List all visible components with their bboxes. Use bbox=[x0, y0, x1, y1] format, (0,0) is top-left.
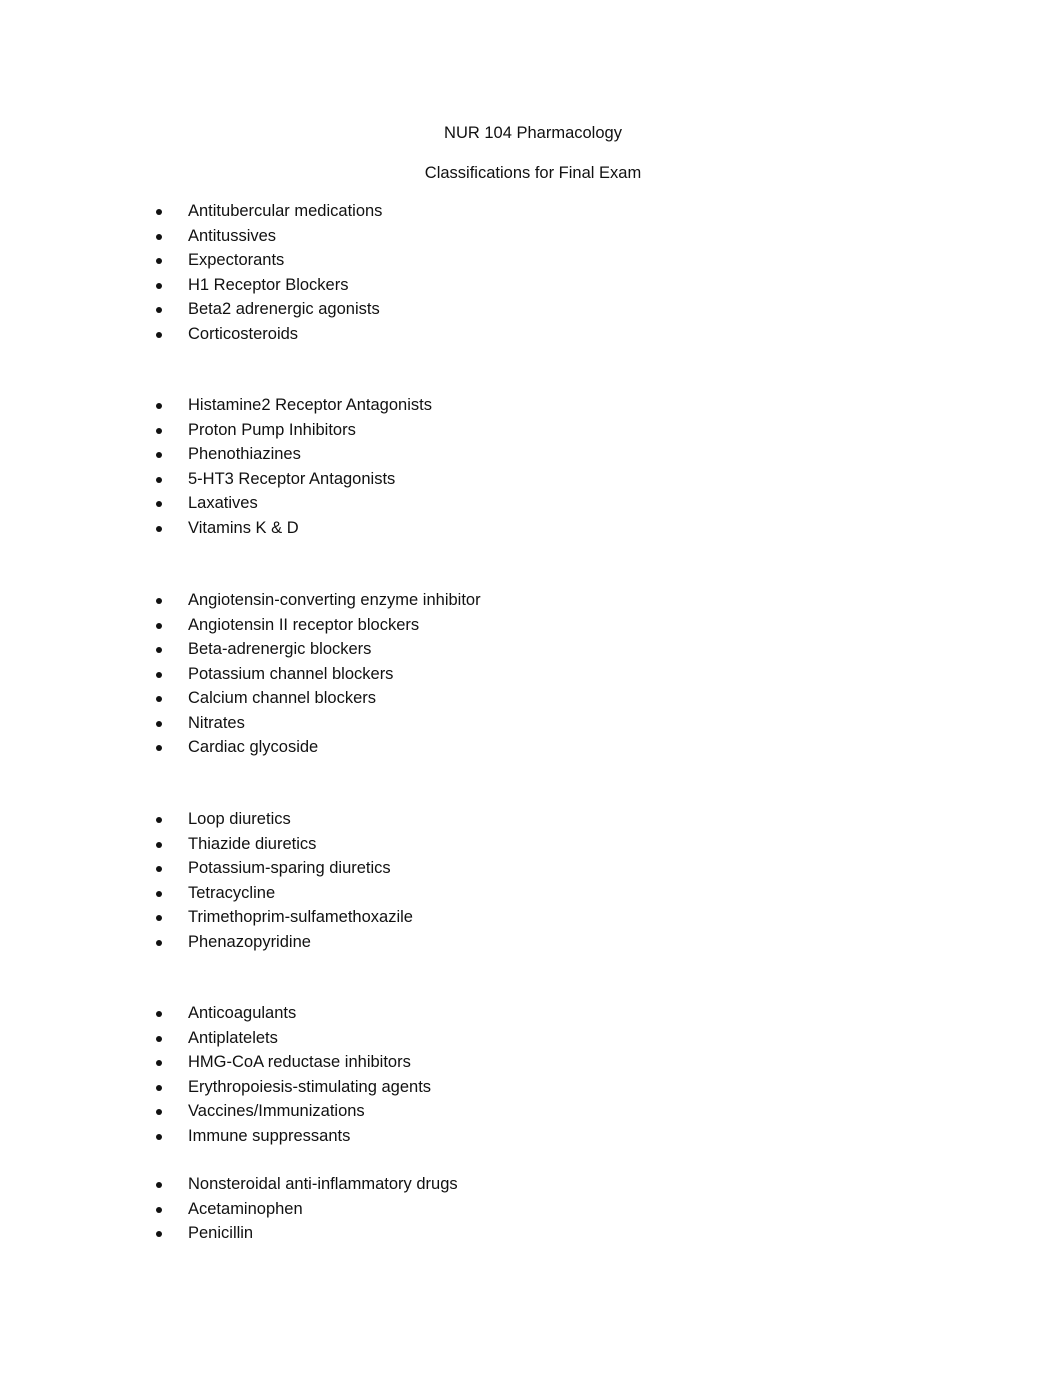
list-item-label: Tetracycline bbox=[188, 883, 276, 902]
bullet-icon bbox=[156, 915, 162, 921]
list-item-label: Proton Pump Inhibitors bbox=[188, 420, 356, 439]
bullet-icon bbox=[156, 1133, 162, 1140]
list-item-label: Histamine2 Receptor Antagonists bbox=[188, 396, 432, 414]
bullet-icon bbox=[156, 890, 162, 897]
list-item-label: HMG-CoA reductase inhibitors bbox=[188, 1053, 411, 1071]
list-item-label: Phenazopyridine bbox=[188, 932, 311, 951]
bullet-icon bbox=[156, 1011, 162, 1017]
list-item-label: Antitubercular medications bbox=[188, 202, 383, 220]
list-item-label: 5-HT3 Receptor Antagonists bbox=[188, 469, 396, 488]
list-item-label: Angiotensin-converting enzyme inhibitor bbox=[188, 591, 481, 609]
bullet-icon bbox=[156, 525, 162, 532]
document-subtitle: Classifications for Final Exam bbox=[424, 164, 642, 182]
bullet-icon bbox=[156, 1060, 162, 1066]
bullet-icon bbox=[156, 403, 162, 409]
bullet-icon bbox=[156, 307, 162, 313]
bullet-icon bbox=[156, 452, 162, 458]
list-item-label: Antiplatelets bbox=[188, 1028, 278, 1047]
list-item-label: Laxatives bbox=[188, 494, 258, 512]
list-item-label: Angiotensin II receptor blockers bbox=[188, 615, 420, 634]
list-item-label: Anticoagulants bbox=[188, 1004, 297, 1022]
bullet-icon bbox=[156, 841, 162, 848]
document-page: NUR 104 Pharmacology Classifications for… bbox=[0, 0, 1062, 1377]
bullet-icon bbox=[156, 817, 162, 823]
list-item-label: Loop diuretics bbox=[188, 810, 291, 828]
bullet-icon bbox=[156, 745, 162, 751]
list-item-label: Corticosteroids bbox=[188, 324, 299, 343]
bullet-icon bbox=[156, 1206, 162, 1213]
bullet-icon bbox=[156, 427, 162, 434]
bullet-icon bbox=[156, 258, 162, 264]
bullet-icon bbox=[156, 476, 162, 483]
list-item-label: Nonsteroidal anti-inflammatory drugs bbox=[188, 1175, 458, 1193]
bullet-icon bbox=[156, 939, 162, 946]
list-item-label: Expectorants bbox=[188, 251, 285, 269]
list-item-label: Erythropoiesis-stimulating agents bbox=[188, 1077, 432, 1096]
list-item-label: Vaccines/Immunizations bbox=[188, 1102, 365, 1120]
bullet-icon bbox=[156, 866, 162, 872]
bullet-icon bbox=[156, 233, 162, 240]
list-item-label: Vitamins K & D bbox=[188, 518, 299, 537]
bullet-icon bbox=[156, 1231, 162, 1237]
list-item-label: Thiazide diuretics bbox=[188, 834, 317, 853]
list-item-label: Trimethoprim-sulfamethoxazile bbox=[188, 908, 413, 926]
list-item-label: Calcium channel blockers bbox=[188, 689, 377, 707]
list-item-label: Potassium-sparing diuretics bbox=[188, 859, 391, 877]
bullet-icon bbox=[156, 671, 162, 678]
list-item-label: Cardiac glycoside bbox=[188, 738, 319, 756]
list-item-label: Potassium channel blockers bbox=[188, 664, 394, 683]
bullet-icon bbox=[156, 720, 162, 727]
bullet-icon bbox=[156, 622, 162, 629]
list-item-label: Beta-adrenergic blockers bbox=[188, 640, 372, 658]
bullet-icon bbox=[156, 1109, 162, 1115]
bullet-icon bbox=[156, 282, 162, 289]
list-item-label: Phenothiazines bbox=[188, 445, 301, 463]
list-item-label: Immune suppressants bbox=[188, 1126, 351, 1145]
bullet-icon bbox=[156, 696, 162, 702]
document-title: NUR 104 Pharmacology bbox=[444, 124, 622, 142]
bullet-icon bbox=[156, 501, 162, 507]
bullet-icon bbox=[156, 598, 162, 604]
bullet-icon bbox=[156, 647, 162, 653]
list-item-label: H1 Receptor Blockers bbox=[188, 275, 349, 294]
bullet-icon bbox=[156, 1182, 162, 1188]
list-item-label: Penicillin bbox=[188, 1224, 254, 1242]
bullet-icon bbox=[156, 1035, 162, 1042]
bullet-icon bbox=[156, 1084, 162, 1091]
bullet-icon bbox=[156, 209, 162, 215]
list-item-label: Antitussives bbox=[188, 226, 277, 245]
list-item-label: Beta2 adrenergic agonists bbox=[188, 300, 380, 318]
list-item-label: Acetaminophen bbox=[188, 1199, 303, 1218]
list-item-label: Nitrates bbox=[188, 713, 245, 732]
bullet-icon bbox=[156, 331, 162, 338]
